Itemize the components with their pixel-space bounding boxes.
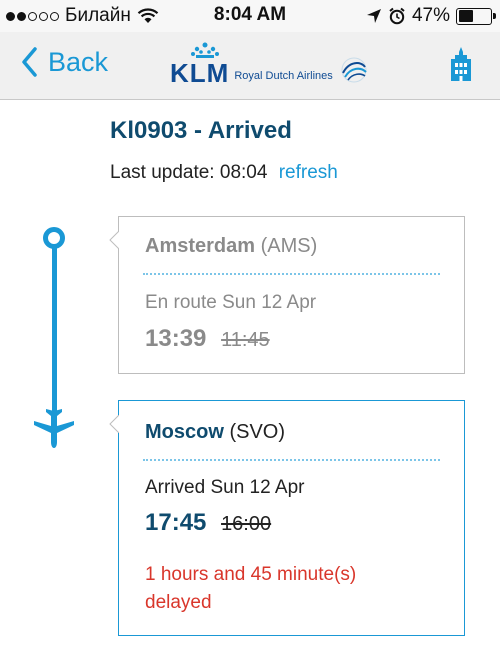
origin-card: Amsterdam (AMS) En route Sun 12 Apr 13:3… [109,216,465,374]
last-update: Last update: 08:04 refresh [110,162,338,184]
card-pointer [109,415,119,433]
navigation-bar: Back KLM Royal Dutch Airlines [0,32,500,100]
battery-percent: 47% [411,5,450,26]
flight-timeline [30,222,80,452]
chevron-left-icon [22,47,37,77]
timeline-line [52,236,57,416]
destination-city: Moscow [145,421,224,443]
origin-code: (AMS) [260,235,318,257]
destination-code: (SVO) [229,421,286,443]
alarm-clock-icon [389,7,405,25]
destination-actual-time: 17:45 [145,509,207,536]
destination-times: 17:45 16:00 [145,509,438,537]
divider [143,459,440,461]
origin-times: 13:39 11:45 [145,325,438,353]
last-update-label: Last update: [110,162,215,183]
battery-fill [458,10,474,22]
destination-scheduled-time: 16:00 [221,513,272,535]
klm-logo: KLM Royal Dutch Airlines [170,42,371,88]
card-pointer [109,231,119,249]
last-update-time: 08:04 [219,162,268,183]
status-bar: Билайн 8:04 AM 47% [0,0,500,32]
destination-card: Moscow (SVO) Arrived Sun 12 Apr 17:45 16… [109,400,465,636]
origin-scheduled-time: 11:45 [221,329,270,351]
status-right: 47% [366,5,496,27]
origin-city-line: Amsterdam (AMS) [145,235,438,258]
origin-city: Amsterdam [145,235,256,257]
skyteam-logo-icon [341,57,367,83]
back-button[interactable]: Back [20,46,108,78]
location-arrow-icon [366,9,381,23]
back-label: Back [48,46,109,77]
divider [143,273,440,275]
battery-icon [456,7,496,25]
crown-icon [191,42,219,58]
refresh-link[interactable]: refresh [279,162,338,183]
delay-line-1: 1 hours and 45 minute(s) [145,564,357,585]
origin-actual-time: 13:39 [145,325,207,352]
flight-title: Kl0903 - Arrived [110,117,292,144]
building-icon[interactable] [448,46,474,82]
destination-status: Arrived Sun 12 Apr [145,477,305,498]
brand-wordmark: KLM [170,58,230,88]
delay-message: 1 hours and 45 minute(s) delayed [145,561,438,617]
delay-line-2: delayed [145,592,212,613]
origin-marker-icon [43,227,65,249]
destination-city-line: Moscow (SVO) [145,421,438,444]
airplane-icon [34,409,74,448]
brand-subtitle: Royal Dutch Airlines [234,70,333,82]
origin-status: En route Sun 12 Apr [145,292,317,313]
